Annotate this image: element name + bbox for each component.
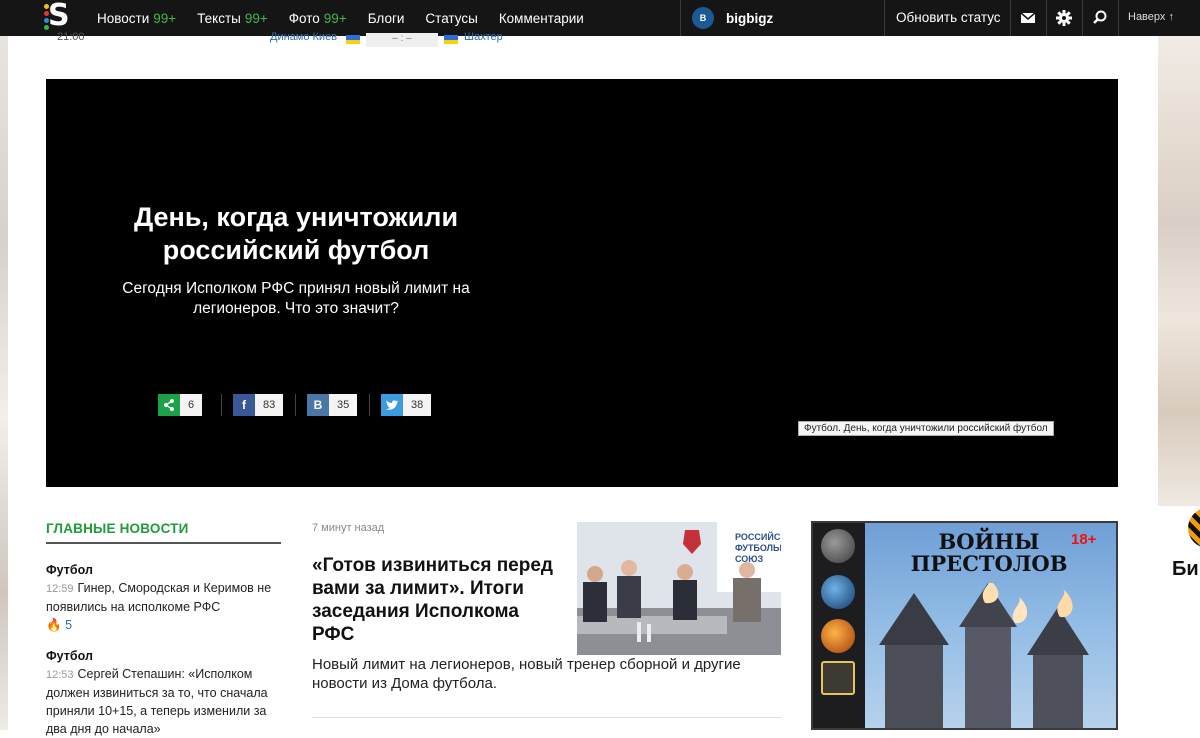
nav-item-texts[interactable]: Тексты 99+	[197, 11, 268, 26]
twitter-count: 38	[403, 394, 432, 416]
ad-castle-illustration	[879, 583, 1089, 728]
divider	[312, 717, 781, 718]
ad-age-rating: 18+	[1071, 531, 1097, 548]
news-category[interactable]: Футбол	[46, 561, 281, 579]
match-score: – : –	[366, 33, 438, 47]
username: bigbigz	[726, 10, 774, 26]
twitter-share-button[interactable]: 38	[381, 394, 432, 416]
main-nav: Новости 99+ Тексты 99+ Фото 99+ Блоги Стату…	[97, 0, 605, 36]
right-background-decoration	[1158, 36, 1200, 506]
news-category[interactable]: Футбол	[46, 647, 281, 665]
vk-count: 35	[329, 394, 358, 416]
nav-texts-count: 99+	[244, 10, 268, 26]
divider	[1010, 0, 1011, 36]
share-separator	[295, 394, 296, 416]
share-icon	[158, 394, 180, 416]
match-home-team[interactable]: Динамо Киев	[270, 31, 337, 45]
ad-orb-icon	[821, 575, 855, 609]
main-news-heading: ГЛАВНЫЕ НОВОСТИ	[46, 521, 281, 544]
divider	[884, 0, 885, 36]
vk-share-button[interactable]: B 35	[307, 394, 358, 416]
hero-caption-tooltip: Футбол. День, когда уничтожили российски…	[798, 421, 1054, 436]
twitter-icon	[381, 394, 403, 416]
list-item[interactable]: Футбол 12:59 Гинер, Смородская и Керимов …	[46, 561, 281, 634]
ad-orb-icon	[821, 529, 855, 563]
gear-icon[interactable]	[1054, 8, 1074, 28]
article-title[interactable]: «Готов извиниться перед вами за лимит». …	[312, 554, 562, 646]
share-separator	[369, 394, 370, 416]
advertisement-banner[interactable]: ВОЙНЫ ПРЕСТОЛОВ 18+	[811, 521, 1118, 730]
divider	[1046, 0, 1047, 36]
nav-photo-count: 99+	[323, 10, 347, 26]
avatar: B	[692, 7, 714, 29]
lock-icon	[821, 661, 855, 695]
divider	[680, 0, 681, 36]
flag-ukraine-icon	[444, 35, 458, 44]
facebook-share-button[interactable]: f 83	[233, 394, 284, 416]
nav-news-count: 99+	[153, 10, 177, 26]
fire-icon: 🔥	[46, 618, 62, 632]
back-to-top-link[interactable]: Наверх ↑	[1128, 11, 1174, 23]
nav-item-blogs[interactable]: Блоги	[368, 11, 405, 26]
vk-icon: B	[307, 394, 329, 416]
ad-orb-icon	[821, 619, 855, 653]
top-navigation-bar: S Новости 99+ Тексты 99+ Фото 99+ Блоги Ста…	[0, 0, 1200, 36]
search-icon[interactable]	[1090, 8, 1110, 28]
nav-item-news[interactable]: Новости 99+	[97, 11, 176, 26]
site-logo[interactable]: S	[44, 0, 76, 34]
divider	[1082, 0, 1083, 36]
match-time: 21:00	[57, 31, 85, 43]
user-menu[interactable]: B bigbigz	[692, 7, 773, 29]
match-away-team[interactable]: Шахтер	[464, 31, 503, 45]
article-description: Новый лимит на легионеров, новый тренер …	[312, 656, 741, 692]
hero-subtitle: Сегодня Исполком РФС принял новый лимит …	[122, 280, 470, 317]
right-ad-text: Би	[1172, 558, 1199, 580]
ribbon-icon	[1188, 508, 1200, 548]
nav-item-statuses[interactable]: Статусы	[425, 11, 477, 26]
news-time: 12:53	[46, 669, 74, 681]
article-timestamp: 7 минут назад	[312, 522, 385, 534]
photo-sign-text: РОССИЙСКИЙ ФУТБОЛЬНЫЙ СОЮЗ	[735, 532, 781, 564]
flag-ukraine-icon	[346, 35, 360, 44]
right-ad-partial[interactable]: Би	[1170, 508, 1200, 598]
news-time: 12:59	[46, 583, 74, 595]
nav-item-comments[interactable]: Комментарии	[499, 11, 584, 26]
news-comments-count[interactable]: 5	[65, 618, 72, 632]
list-item[interactable]: Футбол 12:53 Сергей Степашин: «Исполком д…	[46, 647, 281, 738]
facebook-icon: f	[233, 394, 255, 416]
facebook-count: 83	[255, 394, 284, 416]
article-photo[interactable]: РОССИЙСКИЙ ФУТБОЛЬНЫЙ СОЮЗ	[577, 522, 781, 655]
hero-banner[interactable]: День, когда уничтожили российский футбол…	[46, 79, 1118, 487]
divider	[1118, 0, 1119, 36]
hero-title[interactable]: День, когда уничтожили российский футбол	[126, 201, 466, 267]
mail-icon[interactable]	[1018, 8, 1038, 28]
news-text[interactable]: Гинер, Смородская и Керимов не появились…	[46, 581, 271, 614]
share-count: 6	[180, 394, 203, 416]
share-separator	[221, 394, 222, 416]
logo-letter: S	[48, 0, 70, 33]
left-background-decoration	[0, 36, 8, 730]
nav-item-photo[interactable]: Фото 99+	[289, 11, 347, 26]
news-text[interactable]: Сергей Степашин: «Исполком должен извини…	[46, 667, 268, 736]
share-button[interactable]: 6	[158, 394, 203, 416]
update-status-button[interactable]: Обновить статус	[896, 10, 1001, 25]
ad-title: ВОЙНЫ ПРЕСТОЛОВ	[910, 529, 1068, 576]
